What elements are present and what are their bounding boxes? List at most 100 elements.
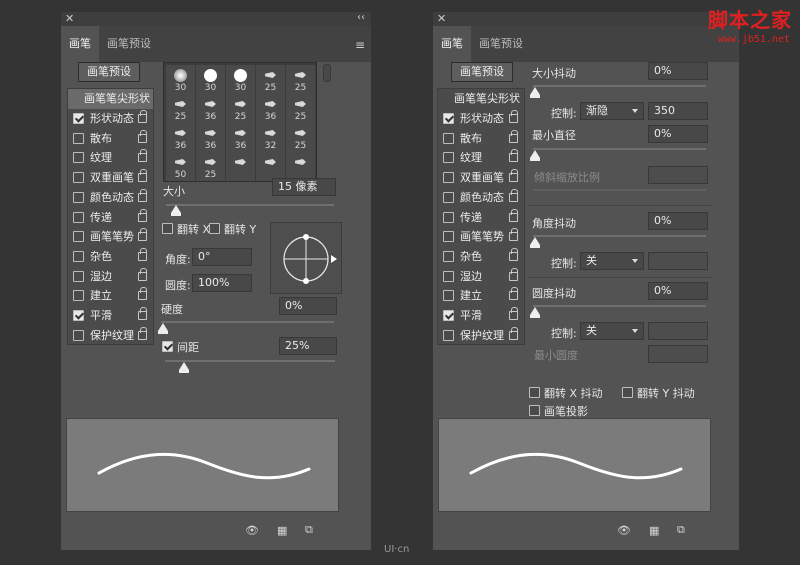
toggle-visibility-icon[interactable]: 👁︎: [617, 524, 631, 537]
lock-icon[interactable]: [138, 208, 147, 222]
min-diameter-slider-thumb[interactable]: [530, 150, 540, 161]
brush-tip-cell[interactable]: 36: [196, 123, 225, 152]
lock-icon[interactable]: [138, 228, 147, 242]
hardness-field[interactable]: 0%: [279, 297, 337, 315]
list-item[interactable]: 杂色: [68, 247, 153, 267]
spacing-checkbox[interactable]: [162, 341, 173, 352]
option-checkbox[interactable]: [73, 290, 84, 302]
option-checkbox[interactable]: [73, 172, 84, 184]
angle-roundness-widget[interactable]: [270, 222, 342, 294]
close-icon[interactable]: ✕: [437, 12, 446, 25]
option-checkbox[interactable]: [443, 113, 454, 124]
tab-brush[interactable]: 画笔: [61, 26, 99, 62]
size-slider[interactable]: [166, 204, 334, 206]
size-field[interactable]: 15 像素: [272, 178, 336, 196]
brush-tip-cell[interactable]: 50: [166, 152, 195, 181]
list-item[interactable]: 纹理: [68, 148, 153, 168]
size-jitter-slider[interactable]: [533, 85, 706, 87]
angle-field[interactable]: 0°: [192, 248, 252, 266]
option-checkbox[interactable]: [443, 172, 454, 184]
list-item[interactable]: 颜色动态: [68, 188, 153, 208]
list-item[interactable]: 平滑: [438, 306, 524, 326]
control3-select[interactable]: 关: [580, 322, 644, 340]
option-checkbox[interactable]: [73, 132, 84, 144]
option-checkbox[interactable]: [73, 152, 84, 164]
control2-select[interactable]: 关: [580, 252, 644, 270]
list-item[interactable]: 传递: [68, 208, 153, 228]
tab-brush[interactable]: 画笔: [433, 26, 471, 62]
angle-jitter-field[interactable]: 0%: [648, 212, 708, 230]
brush-angle-circle-icon[interactable]: [271, 223, 343, 295]
brush-tip-cell[interactable]: 30: [226, 65, 255, 94]
min-diameter-slider[interactable]: [533, 148, 706, 150]
brush-tip-cell[interactable]: [286, 152, 315, 181]
brush-tip-cell[interactable]: 25: [256, 65, 285, 94]
hardness-slider[interactable]: [161, 321, 334, 323]
brush-tip-cell[interactable]: 36: [226, 123, 255, 152]
brush-tip-cell[interactable]: 25: [196, 152, 225, 181]
lock-icon[interactable]: [138, 188, 147, 202]
brush-tip-cell[interactable]: 36: [196, 94, 225, 123]
option-checkbox[interactable]: [443, 250, 454, 262]
lock-icon[interactable]: [138, 169, 147, 183]
size-jitter-field[interactable]: 0%: [648, 62, 708, 80]
list-item[interactable]: 散布: [68, 129, 153, 149]
brush-tip-cell[interactable]: 25: [286, 123, 315, 152]
size-slider-thumb[interactable]: [171, 205, 181, 216]
list-item[interactable]: 建立: [438, 286, 524, 306]
list-item[interactable]: 湿边: [68, 267, 153, 287]
list-item[interactable]: 画笔笔势: [68, 227, 153, 247]
brush-projection-checkbox[interactable]: [529, 405, 540, 416]
list-item[interactable]: 双重画笔: [68, 168, 153, 188]
option-checkbox[interactable]: [73, 231, 84, 243]
spacing-field[interactable]: 25%: [279, 337, 337, 355]
lock-icon[interactable]: [138, 267, 147, 281]
option-checkbox[interactable]: [73, 270, 84, 282]
spacing-slider[interactable]: [165, 360, 335, 362]
lock-icon[interactable]: [509, 267, 518, 281]
brush-tip-cell[interactable]: 32: [256, 123, 285, 152]
min-diameter-field[interactable]: 0%: [648, 125, 708, 143]
lock-icon[interactable]: [138, 149, 147, 163]
lock-icon[interactable]: [138, 247, 147, 261]
list-item[interactable]: 散布: [438, 129, 524, 149]
size-jitter-slider-thumb[interactable]: [530, 87, 540, 98]
brush-tip-cell[interactable]: 25: [166, 94, 195, 123]
lock-icon[interactable]: [138, 326, 147, 340]
angle-jitter-slider-thumb[interactable]: [530, 237, 540, 248]
option-checkbox[interactable]: [73, 113, 84, 124]
lock-icon[interactable]: [509, 228, 518, 242]
list-header-brush-tip[interactable]: 画笔笔尖形状: [438, 89, 524, 109]
option-checkbox[interactable]: [443, 191, 454, 203]
brush-presets-button[interactable]: 画笔预设: [78, 62, 140, 82]
list-item[interactable]: 建立: [68, 286, 153, 306]
option-checkbox[interactable]: [73, 329, 84, 341]
roundness-jitter-slider[interactable]: [533, 305, 706, 307]
grid-scrollbar[interactable]: [323, 64, 331, 82]
option-checkbox[interactable]: [73, 250, 84, 262]
flip-x-checkbox[interactable]: [162, 223, 173, 234]
lock-icon[interactable]: [509, 110, 518, 123]
brush-tip-cell[interactable]: [256, 152, 285, 181]
control1-select[interactable]: 渐隐: [580, 102, 644, 120]
lock-icon[interactable]: [509, 326, 518, 340]
list-header-brush-tip[interactable]: 画笔笔尖形状: [68, 89, 153, 109]
grid-icon[interactable]: ▦: [277, 524, 287, 537]
brush-presets-button[interactable]: 画笔预设: [451, 62, 513, 82]
option-checkbox[interactable]: [443, 329, 454, 341]
lock-icon[interactable]: [509, 149, 518, 163]
grid-icon[interactable]: ▦: [649, 524, 659, 537]
option-checkbox[interactable]: [443, 290, 454, 302]
option-checkbox[interactable]: [443, 152, 454, 164]
brush-tip-cell[interactable]: 30: [166, 65, 195, 94]
roundness-field[interactable]: 100%: [192, 274, 252, 292]
list-item[interactable]: 形状动态: [438, 109, 524, 129]
roundness-jitter-slider-thumb[interactable]: [530, 307, 540, 318]
control1-number-field[interactable]: 350: [648, 102, 708, 120]
hardness-slider-thumb[interactable]: [158, 323, 168, 334]
lock-icon[interactable]: [138, 307, 147, 320]
list-item[interactable]: 形状动态: [68, 109, 153, 129]
lock-icon[interactable]: [138, 129, 147, 143]
option-checkbox[interactable]: [73, 211, 84, 223]
brush-tip-cell[interactable]: 30: [196, 65, 225, 94]
